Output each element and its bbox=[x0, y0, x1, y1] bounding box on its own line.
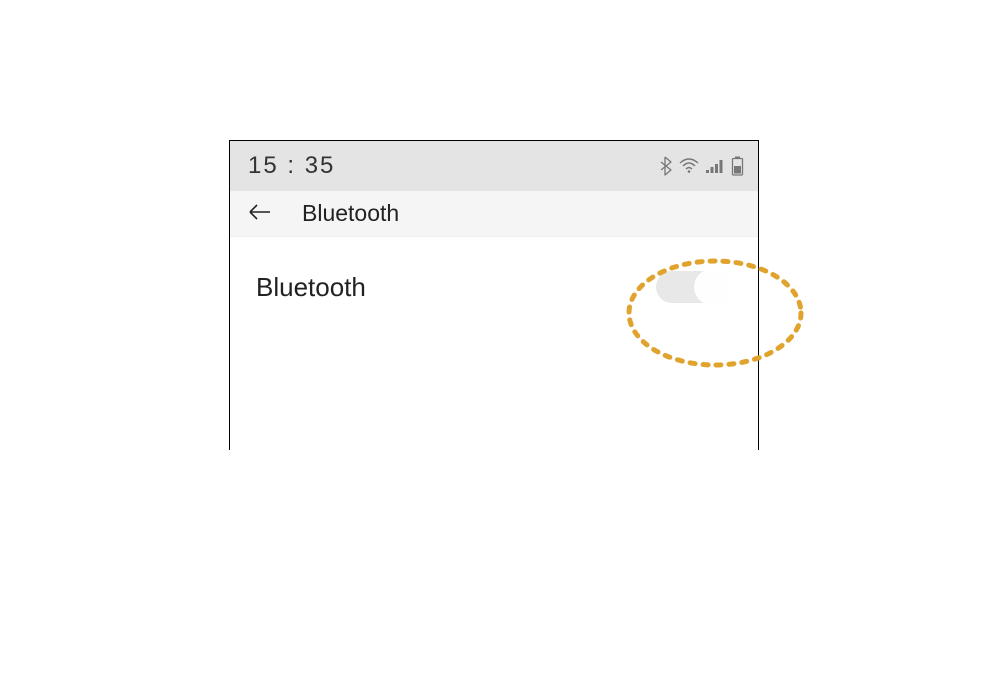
status-bar: 15 : 35 bbox=[230, 141, 758, 191]
bluetooth-icon bbox=[659, 156, 673, 176]
status-icons bbox=[659, 156, 744, 176]
status-time: 15 : 35 bbox=[248, 152, 335, 180]
bluetooth-toggle[interactable] bbox=[656, 271, 728, 303]
bluetooth-setting-label: Bluetooth bbox=[256, 272, 366, 303]
back-button[interactable] bbox=[244, 197, 276, 231]
battery-icon bbox=[731, 156, 744, 176]
nav-bar: Bluetooth bbox=[230, 191, 758, 237]
wifi-icon bbox=[679, 158, 699, 174]
nav-title: Bluetooth bbox=[302, 200, 399, 227]
device-frame: 15 : 35 bbox=[229, 140, 759, 450]
signal-icon bbox=[705, 158, 725, 174]
bluetooth-setting-row: Bluetooth bbox=[230, 237, 758, 303]
toggle-thumb bbox=[694, 269, 730, 305]
